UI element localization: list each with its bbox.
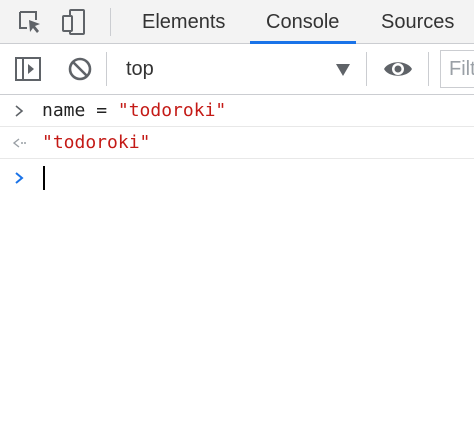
filter-placeholder: Filter (449, 58, 474, 80)
text-caret (43, 166, 45, 190)
toolbar-divider (366, 52, 367, 86)
tab-divider (110, 8, 111, 36)
context-value: top (126, 58, 154, 80)
chevron-right-icon (15, 105, 24, 117)
string-literal: "todoroki" (117, 100, 227, 121)
assignment-operator: = (85, 100, 118, 121)
clear-console-icon[interactable] (66, 55, 94, 83)
result-string: "todoroki" (42, 132, 151, 153)
javascript-context-select[interactable]: top (118, 50, 360, 88)
device-toolbar-icon[interactable] (60, 8, 88, 36)
devtools-window: Elements Console Sources top Fil name = … (0, 0, 474, 439)
toolbar-divider (106, 52, 107, 86)
result-arrow-icon (12, 138, 26, 148)
console-messages: name = "todoroki" "todoroki" (0, 95, 474, 199)
tab-console[interactable]: Console (266, 0, 339, 44)
console-result-value: "todoroki" (42, 127, 150, 159)
tab-sources[interactable]: Sources (381, 0, 454, 44)
console-result-entry: "todoroki" (0, 127, 474, 159)
tab-elements[interactable]: Elements (142, 0, 225, 44)
devtools-tab-bar: Elements Console Sources (0, 0, 474, 44)
toolbar-divider (428, 52, 429, 86)
console-prompt[interactable] (0, 159, 474, 199)
console-input-code: name = "todoroki" (42, 95, 226, 127)
show-console-sidebar-icon[interactable] (14, 56, 42, 82)
live-expression-eye-icon[interactable] (383, 57, 413, 81)
filter-input[interactable]: Filter (440, 50, 474, 88)
prompt-chevron-icon (15, 172, 24, 184)
console-toolbar: top Filter (0, 44, 474, 95)
variable-name: name (42, 100, 86, 121)
dropdown-arrow-icon (336, 64, 350, 76)
inspect-element-icon[interactable] (16, 8, 44, 36)
console-input-entry: name = "todoroki" (0, 95, 474, 127)
